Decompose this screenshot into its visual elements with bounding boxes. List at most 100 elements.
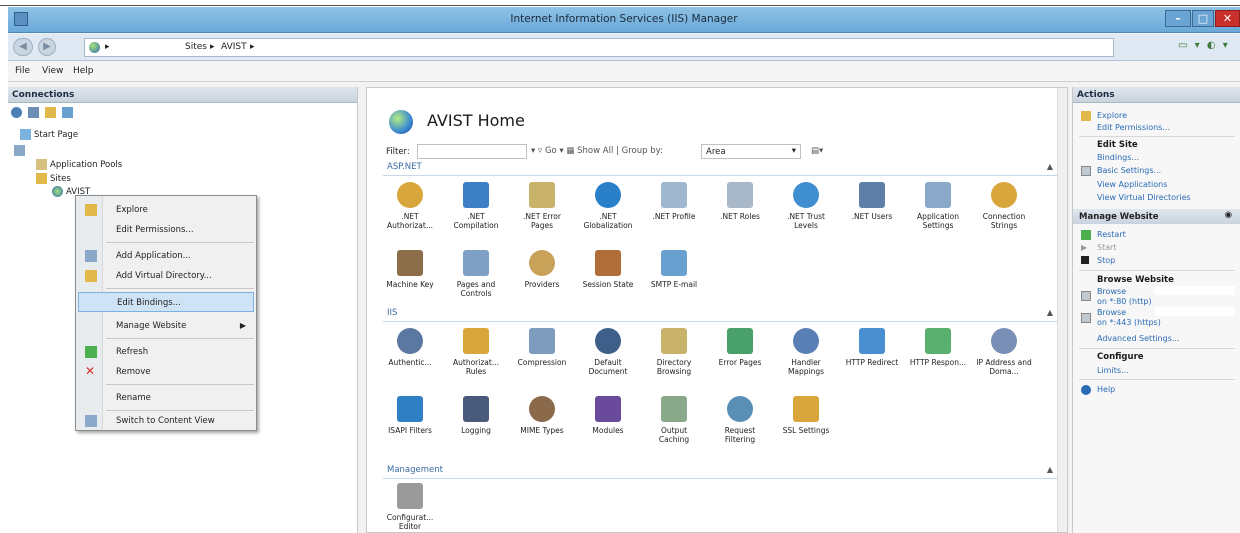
ctx-edit-bindings-label[interactable]: Edit Bindings... (117, 298, 181, 308)
folder-icon[interactable] (44, 107, 56, 118)
feature-tile[interactable]: .NET Compilation (447, 182, 505, 230)
breadcrumb-separator[interactable]: ▸ (210, 39, 215, 56)
feature-tile[interactable]: .NET Authorizat... (381, 182, 439, 230)
collapse-icon[interactable]: ▲ (1047, 308, 1053, 317)
feature-tile[interactable]: Authentic... (381, 328, 439, 367)
feature-tile[interactable]: .NET Roles (711, 182, 769, 221)
menu-file[interactable]: File (15, 66, 30, 76)
feature-tile[interactable]: Authorizat... Rules (447, 328, 505, 376)
ctx-explore[interactable]: Explore (78, 200, 254, 220)
feature-tile[interactable]: Application Settings (909, 182, 967, 230)
ctx-refresh-label[interactable]: Refresh (116, 347, 148, 357)
action-help[interactable]: Help (1097, 385, 1115, 394)
ctx-add-application[interactable]: Add Application... (78, 246, 254, 266)
feature-tile[interactable]: Logging (447, 396, 505, 435)
feature-tile[interactable]: Directory Browsing (645, 328, 703, 376)
ctx-explore-label[interactable]: Explore (116, 205, 148, 215)
breadcrumb-separator[interactable]: ▸ (105, 39, 110, 56)
feature-tile[interactable]: Pages and Controls (447, 250, 505, 298)
maximize-button[interactable]: □ (1192, 10, 1214, 27)
address-tools-icons[interactable]: ▭ ▾ ◐ ▾ (1178, 40, 1230, 51)
tree-start-page-label[interactable]: Start Page (34, 130, 78, 140)
tree-sites[interactable]: Sites (36, 173, 71, 184)
ctx-edit-permissions-label[interactable]: Edit Permissions... (116, 225, 194, 235)
feature-tile[interactable]: .NET Profile (645, 182, 703, 221)
ctx-edit-bindings[interactable]: Edit Bindings... (78, 292, 254, 312)
ctx-switch-content-view[interactable]: Switch to Content View (78, 411, 254, 431)
show-all-button[interactable]: Show All (577, 146, 613, 156)
section-aspnet[interactable]: ASP.NET ▲ (383, 162, 1059, 176)
tree-sites-label[interactable]: Sites (50, 174, 71, 184)
back-button[interactable]: ◀ (13, 38, 33, 56)
ctx-add-virtual-directory[interactable]: Add Virtual Directory... (78, 266, 254, 286)
feature-tile[interactable]: .NET Globalization (579, 182, 637, 230)
action-restart[interactable]: Restart (1097, 230, 1126, 239)
feature-tile[interactable]: Modules (579, 396, 637, 435)
action-stop[interactable]: Stop (1097, 256, 1115, 265)
action-start[interactable]: Start (1097, 243, 1117, 252)
action-advanced-settings[interactable]: Advanced Settings... (1097, 334, 1180, 343)
feature-tile[interactable]: .NET Trust Levels (777, 182, 835, 230)
connect-icon[interactable] (11, 107, 22, 118)
ctx-manage-website-label[interactable]: Manage Website (116, 321, 186, 331)
action-edit-permissions[interactable]: Edit Permissions... (1097, 123, 1170, 132)
feature-tile[interactable]: SSL Settings (777, 396, 835, 435)
feature-tile[interactable]: HTTP Redirect (843, 328, 901, 367)
feature-tile[interactable]: Configurat... Editor (381, 483, 439, 531)
feature-tile[interactable]: Providers (513, 250, 571, 289)
ctx-manage-website[interactable]: Manage Website ▶ (78, 316, 254, 336)
feature-tile[interactable]: Request Filtering (711, 396, 769, 444)
ctx-edit-permissions[interactable]: Edit Permissions... (78, 220, 254, 240)
collapse-icon[interactable]: ▲ (1047, 465, 1053, 474)
feature-tile[interactable]: Session State (579, 250, 637, 289)
ctx-rename-label[interactable]: Rename (116, 393, 151, 403)
collapse-icon[interactable]: ◉ (1225, 210, 1232, 220)
connect-server-icon[interactable] (61, 107, 73, 118)
filter-input[interactable] (417, 144, 527, 159)
group-by-select[interactable]: Area ▾ (701, 144, 801, 159)
close-button[interactable]: ✕ (1215, 10, 1240, 27)
view-mode-icon[interactable]: ▤▾ (811, 146, 823, 156)
tree-app-pools[interactable]: Application Pools (36, 159, 122, 170)
feature-tile[interactable]: MIME Types (513, 396, 571, 435)
menu-help[interactable]: Help (73, 66, 94, 76)
breadcrumb-avist[interactable]: AVIST (221, 39, 247, 56)
tree-start-page[interactable]: Start Page (20, 129, 78, 140)
collapse-icon[interactable]: ▲ (1047, 162, 1053, 171)
breadcrumb-separator[interactable]: ▸ (250, 39, 255, 56)
breadcrumb-sites[interactable]: Sites (185, 39, 207, 56)
filter-tools[interactable]: ▾ ▿ Go ▾ ▦ Show All | Group by: (531, 146, 663, 156)
feature-tile[interactable]: .NET Users (843, 182, 901, 221)
feature-tile[interactable]: Machine Key (381, 250, 439, 289)
section-iis[interactable]: IIS ▲ (383, 308, 1059, 322)
action-bindings[interactable]: Bindings... (1097, 153, 1139, 162)
go-button[interactable]: Go (545, 146, 557, 156)
action-browse-443[interactable]: Browse (1097, 308, 1126, 317)
ctx-switch-content-view-label[interactable]: Switch to Content View (116, 416, 215, 426)
ctx-remove-label[interactable]: Remove (116, 367, 151, 377)
minimize-button[interactable]: – (1165, 10, 1191, 27)
action-view-applications[interactable]: View Applications (1097, 180, 1167, 189)
vertical-scrollbar[interactable] (1057, 88, 1067, 532)
tree-server[interactable] (14, 145, 28, 156)
ctx-refresh[interactable]: Refresh (78, 342, 254, 362)
feature-tile[interactable]: Handler Mappings (777, 328, 835, 376)
action-browse-80[interactable]: Browse (1097, 287, 1126, 296)
ctx-add-application-label[interactable]: Add Application... (116, 251, 191, 261)
action-explore[interactable]: Explore (1097, 111, 1127, 120)
feature-tile[interactable]: IP Address and Doma... (975, 328, 1033, 376)
tree-app-pools-label[interactable]: Application Pools (50, 160, 122, 170)
action-limits[interactable]: Limits... (1097, 366, 1129, 375)
feature-tile[interactable]: .NET Error Pages (513, 182, 571, 230)
action-browse-443-port[interactable]: on *:443 (https) (1097, 318, 1161, 327)
ctx-remove[interactable]: ✕ Remove (78, 362, 254, 382)
feature-tile[interactable]: ISAPI Filters (381, 396, 439, 435)
breadcrumb[interactable]: ▸ Sites ▸ AVIST ▸ (84, 38, 1114, 57)
feature-tile[interactable]: Output Caching (645, 396, 703, 444)
action-basic-settings[interactable]: Basic Settings... (1097, 166, 1161, 175)
feature-tile[interactable]: Default Document (579, 328, 637, 376)
action-view-vdirs[interactable]: View Virtual Directories (1097, 193, 1191, 202)
section-management[interactable]: Management ▲ (383, 465, 1059, 479)
save-icon[interactable] (27, 107, 39, 118)
ctx-add-vdir-label[interactable]: Add Virtual Directory... (116, 271, 212, 281)
